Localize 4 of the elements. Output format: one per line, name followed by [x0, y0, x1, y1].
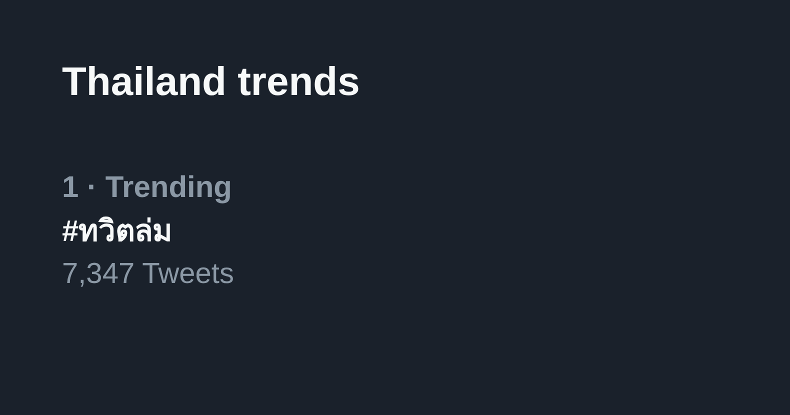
trend-meta: 1 · Trending — [62, 170, 234, 206]
trend-name[interactable]: #ทวิตล่ม — [62, 212, 728, 251]
section-title: Thailand trends — [62, 60, 361, 104]
tweet-count: 7,347 Tweets — [62, 257, 235, 292]
